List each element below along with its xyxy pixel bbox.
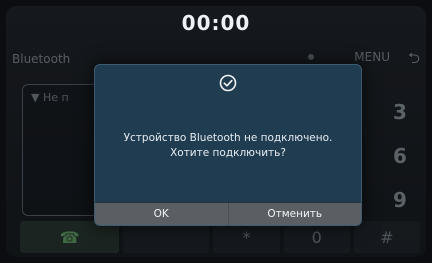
head-unit-screen: 00:00 Bluetooth MENU ⮌ ▼ Не п 3 6 9 ☎ * … bbox=[6, 6, 426, 257]
dial-input-text: ▼ Не п bbox=[31, 91, 69, 104]
key-6[interactable]: 6 bbox=[380, 134, 420, 178]
menu-button[interactable]: MENU bbox=[354, 50, 390, 64]
key-3[interactable]: 3 bbox=[380, 90, 420, 134]
keypad-column: 3 6 9 bbox=[380, 90, 420, 222]
dialog-message: Устройство Bluetooth не подключено. Хоти… bbox=[103, 131, 353, 161]
bluetooth-connect-dialog: Устройство Bluetooth не подключено. Хоти… bbox=[94, 64, 362, 226]
dialog-message-line1: Устройство Bluetooth не подключено. bbox=[123, 132, 333, 144]
screen-title: Bluetooth bbox=[12, 52, 71, 66]
clock: 00:00 bbox=[181, 11, 251, 35]
dialog-message-line2: Хотите подключить? bbox=[170, 147, 286, 159]
key-hash[interactable]: # bbox=[353, 221, 420, 253]
status-bar: 00:00 bbox=[6, 6, 426, 40]
ok-button[interactable]: OK bbox=[95, 203, 228, 225]
indicator-dot bbox=[308, 54, 314, 60]
check-circle-icon bbox=[219, 74, 237, 92]
back-arrow-icon[interactable]: ⮌ bbox=[408, 48, 420, 73]
dialog-button-bar: OK Отменить bbox=[95, 202, 361, 225]
phone-icon: ☎ bbox=[59, 227, 80, 247]
cancel-button[interactable]: Отменить bbox=[227, 203, 362, 225]
key-9[interactable]: 9 bbox=[380, 178, 420, 222]
signal-icon: ▼ bbox=[31, 91, 40, 104]
